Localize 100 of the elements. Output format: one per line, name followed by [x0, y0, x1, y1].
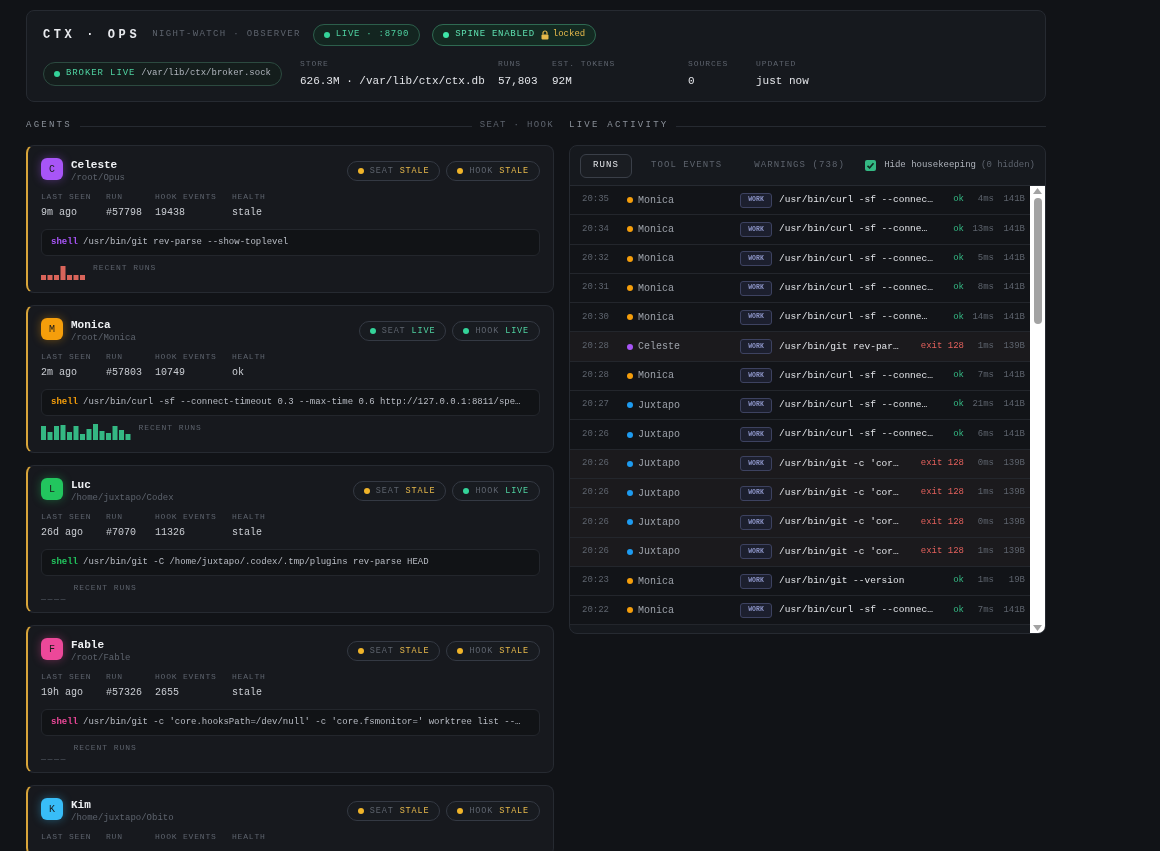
stat-value: 92M: [551, 74, 573, 89]
run-time: 20:28: [582, 369, 610, 383]
run-agent: Celeste: [638, 340, 680, 355]
scrollbar-thumb[interactable]: [1033, 198, 1042, 324]
agent-path: /root/Opus: [71, 172, 125, 184]
stat-label: HOOK EVENTS: [155, 191, 218, 203]
agent-path: /root/Fable: [71, 652, 131, 664]
agent-avatar: C: [41, 158, 63, 180]
run-command: /usr/bin/git -c 'cor…: [779, 486, 899, 500]
stat-value: 26d ago: [41, 526, 84, 540]
stale-badge: SEAT STALE: [346, 801, 441, 821]
stat-label: LAST SEEN: [41, 351, 93, 363]
stat-value: #57803: [106, 366, 143, 380]
run-command: /usr/bin/git -c 'cor…: [779, 544, 899, 559]
stat-value: stale: [232, 686, 263, 700]
agent-path: /home/juxtapo/Obito: [71, 812, 174, 824]
run-command: /usr/bin/git rev-par…: [779, 339, 899, 354]
run-status: exit 128: [919, 486, 964, 500]
run-status: ok: [952, 369, 964, 383]
stat-label: LAST SEEN: [41, 671, 93, 683]
run-status: ok: [952, 252, 964, 265]
stat-value: 19h ago: [41, 686, 84, 700]
agent-avatar: K: [41, 798, 63, 820]
scroll-up-icon[interactable]: [1033, 188, 1042, 194]
run-command: /usr/bin/curl -sf --connec…: [779, 251, 933, 266]
stale-badge: HOOK STALE: [446, 641, 540, 661]
run-duration: 1ms: [976, 486, 994, 500]
broker-pill: BROKER LIVE /var/lib/ctx/broker.sock: [43, 61, 282, 86]
stat-label: HEALTH: [232, 511, 267, 523]
subtitle: NIGHT-WATCH · OBSERVER: [152, 28, 301, 42]
agent-name: Luc: [71, 478, 92, 492]
stat-value: ok: [232, 366, 245, 380]
run-duration: 21ms: [971, 398, 994, 412]
agent-name: Monica: [71, 318, 112, 332]
run-size: 139B: [1002, 339, 1025, 353]
run-duration: 7ms: [976, 369, 994, 383]
run-size: 141B: [1002, 193, 1025, 207]
run-time: 20:26: [582, 457, 610, 471]
stat-label: LAST SEEN: [41, 831, 93, 843]
checkbox[interactable]: [865, 160, 877, 171]
run-agent: Juxtapo: [638, 457, 680, 472]
run-time: 20:26: [582, 515, 610, 529]
stat-label: HOOK EVENTS: [155, 351, 218, 363]
run-status: exit 128: [919, 339, 964, 353]
stat-label: RUN: [106, 191, 124, 203]
status-pill: SPINE ENABLED locked: [432, 24, 597, 46]
stale-badge: HOOK STALE: [446, 161, 540, 181]
stat-value: stale: [232, 206, 263, 220]
run-duration: 6ms: [976, 427, 994, 441]
run-duration: 8ms: [976, 281, 994, 295]
run-agent: Juxtapo: [638, 515, 680, 530]
agent-avatar: F: [41, 638, 63, 660]
stat-value: 9m ago: [41, 206, 78, 220]
stat-label: SOURCES: [687, 58, 730, 70]
run-command: /usr/bin/curl -sf --connec…: [779, 280, 933, 295]
live-badge: SEAT LIVE: [358, 321, 447, 341]
run-agent: Juxtapo: [638, 486, 680, 501]
scroll-down-icon[interactable]: [1033, 625, 1042, 631]
run-status: exit 128: [919, 515, 964, 529]
run-command: /usr/bin/git --version: [779, 573, 905, 588]
run-duration: 1ms: [976, 339, 994, 353]
status-pill: LIVE · :8790: [312, 24, 421, 46]
run-status: ok: [952, 574, 964, 588]
run-size: 141B: [1002, 222, 1025, 236]
run-time: 20:27: [582, 398, 610, 412]
stale-badge: SEAT STALE: [352, 481, 447, 501]
run-duration: 14ms: [971, 310, 994, 324]
stat-label: RUNS: [497, 58, 522, 70]
agent-avatar: M: [41, 318, 63, 340]
run-size: 139B: [1002, 544, 1025, 558]
run-agent: Monica: [638, 574, 674, 589]
run-duration: 1ms: [976, 574, 994, 588]
run-agent: Juxtapo: [638, 428, 680, 442]
section-title: LIVE ACTIVITY: [569, 119, 669, 133]
scrollbar[interactable]: [1030, 186, 1045, 633]
run-status: ok: [952, 310, 964, 324]
section-legend: SEAT · HOOK: [479, 119, 554, 133]
run-agent: Juxtapo: [638, 398, 680, 413]
run-time: 20:26: [582, 427, 610, 441]
run-time: 20:23: [582, 574, 610, 588]
stat-label: HOOK EVENTS: [155, 671, 218, 683]
recent-runs-label: RECENT RUNS: [73, 742, 137, 754]
agent-path: /root/Monica: [71, 332, 136, 344]
tab[interactable]: RUNS: [580, 153, 632, 178]
lock-icon: [540, 30, 549, 40]
run-status: ok: [952, 398, 964, 412]
recent-runs-label: RECENT RUNS: [73, 582, 137, 594]
agent-name: Celeste: [71, 158, 119, 172]
run-status: ok: [952, 603, 964, 617]
run-size: 19B: [1007, 574, 1025, 588]
stale-badge: SEAT STALE: [346, 161, 441, 181]
stat-label: RUN: [106, 511, 124, 523]
stat-label: HEALTH: [232, 671, 267, 683]
run-time: 20:30: [582, 310, 610, 324]
run-agent: Monica: [638, 369, 674, 384]
run-size: 141B: [1002, 281, 1025, 295]
recent-runs-label: RECENT RUNS: [93, 262, 157, 274]
stat-label: HEALTH: [232, 191, 267, 203]
stat-value: 2m ago: [41, 366, 78, 380]
run-size: 141B: [1002, 398, 1025, 412]
